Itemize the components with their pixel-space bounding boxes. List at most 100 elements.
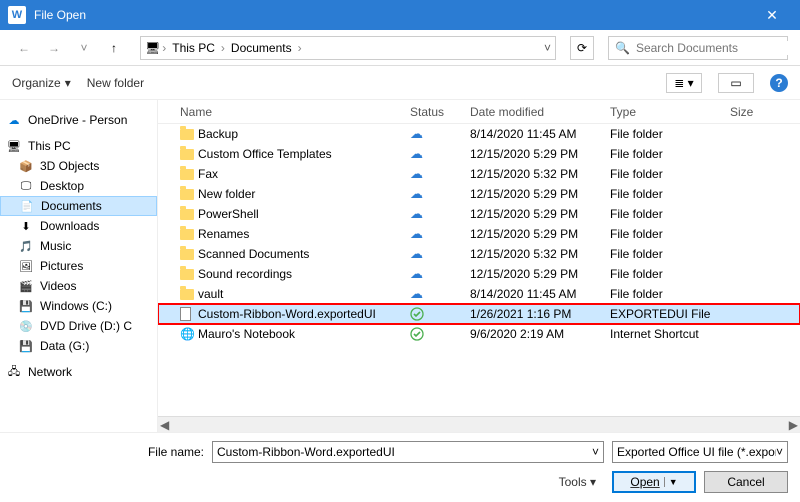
sidebar-item-videos[interactable]: 🎬Videos	[0, 276, 157, 296]
folder-icon: 📦	[18, 158, 34, 174]
cancel-button[interactable]: Cancel	[704, 471, 788, 493]
breadcrumb-folder[interactable]: Documents	[227, 41, 296, 55]
search-box[interactable]: 🔍	[608, 36, 788, 60]
cell-date: 12/15/2020 5:29 PM	[470, 227, 610, 241]
sidebar-item-documents[interactable]: 📄Documents	[0, 196, 157, 216]
cell-type: File folder	[610, 147, 730, 161]
cell-type: File folder	[610, 247, 730, 261]
col-name[interactable]: Name	[180, 105, 410, 119]
search-input[interactable]	[636, 41, 791, 55]
file-row[interactable]: vault☁8/14/2020 11:45 AMFile folder	[158, 284, 800, 304]
col-type[interactable]: Type	[610, 105, 730, 119]
open-split-icon[interactable]: ▼	[664, 477, 678, 487]
file-list: Name Status Date modified Type Size Back…	[158, 100, 800, 432]
file-row[interactable]: Scanned Documents☁12/15/2020 5:32 PMFile…	[158, 244, 800, 264]
cell-type: File folder	[610, 287, 730, 301]
tools-button[interactable]: Tools ▾	[559, 475, 596, 489]
file-row[interactable]: 🌐Mauro's Notebook9/6/2020 2:19 AMInterne…	[158, 324, 800, 344]
toolbar: Organize ▾ New folder ≣ ▾ ▭ ?	[0, 66, 800, 100]
filetype-filter[interactable]: Exported Office UI file (*.export ˅	[612, 441, 788, 463]
sidebar-item-label: Data (G:)	[40, 339, 89, 353]
file-row[interactable]: Fax☁12/15/2020 5:32 PMFile folder	[158, 164, 800, 184]
cloud-status-icon: ☁	[410, 166, 423, 181]
cell-date: 12/15/2020 5:29 PM	[470, 147, 610, 161]
new-folder-button[interactable]: New folder	[87, 76, 144, 90]
view-options-button[interactable]: ≣ ▾	[666, 73, 702, 93]
cloud-status-icon: ☁	[410, 246, 423, 261]
folder-icon	[180, 149, 194, 160]
column-headers[interactable]: Name Status Date modified Type Size	[158, 100, 800, 124]
refresh-button[interactable]: ⟳	[570, 36, 594, 60]
cell-status	[410, 327, 470, 341]
cell-name: Custom-Ribbon-Word.exportedUI	[198, 307, 410, 321]
cloud-status-icon: ☁	[410, 146, 423, 161]
file-row[interactable]: Custom Office Templates☁12/15/2020 5:29 …	[158, 144, 800, 164]
sidebar-item-dvd-drive-d-c[interactable]: 💿DVD Drive (D:) C	[0, 316, 157, 336]
cloud-status-icon: ☁	[410, 266, 423, 281]
chevron-down-icon: ˅	[592, 445, 599, 459]
cell-date: 9/6/2020 2:19 AM	[470, 327, 610, 341]
forward-button[interactable]: →	[42, 36, 66, 60]
open-button[interactable]: Open ▼	[612, 471, 696, 493]
file-row[interactable]: Sound recordings☁12/15/2020 5:29 PMFile …	[158, 264, 800, 284]
sidebar-item-onedrive[interactable]: ☁ OneDrive - Person	[0, 110, 157, 130]
link-icon: 🌐	[180, 327, 195, 341]
sidebar-item-music[interactable]: 🎵Music	[0, 236, 157, 256]
filter-value: Exported Office UI file (*.export	[617, 445, 776, 459]
titlebar: W File Open ✕	[0, 0, 800, 30]
organize-button[interactable]: Organize ▾	[12, 76, 71, 90]
sidebar-item-windows-c-[interactable]: 💾 Windows (C:)	[0, 296, 157, 316]
cell-name: New folder	[198, 187, 410, 201]
cell-status: ☁	[410, 166, 470, 182]
cloud-status-icon: ☁	[410, 186, 423, 201]
file-row[interactable]: PowerShell☁12/15/2020 5:29 PMFile folder	[158, 204, 800, 224]
sidebar-item-downloads[interactable]: ⬇Downloads	[0, 216, 157, 236]
folder-icon: 💾	[18, 298, 34, 314]
sidebar-item-label: This PC	[28, 139, 71, 153]
back-button[interactable]: ←	[12, 36, 36, 60]
address-bar[interactable]: 🖥 › This PC › Documents › ˅	[140, 36, 556, 60]
col-status[interactable]: Status	[410, 105, 470, 119]
sidebar-item-label: Pictures	[40, 259, 83, 273]
filename-field[interactable]: Custom-Ribbon-Word.exportedUI ˅	[212, 441, 604, 463]
horizontal-scrollbar[interactable]: ◀▶	[158, 416, 800, 432]
cell-date: 12/15/2020 5:29 PM	[470, 267, 610, 281]
folder-icon	[180, 269, 194, 280]
file-row[interactable]: Renames☁12/15/2020 5:29 PMFile folder	[158, 224, 800, 244]
sidebar-item-label: Documents	[41, 199, 102, 213]
folder-icon	[180, 209, 194, 220]
cell-status: ☁	[410, 246, 470, 262]
folder-icon: 🖼	[18, 258, 34, 274]
cell-type: EXPORTEDUI File	[610, 307, 730, 321]
sidebar-item-desktop[interactable]: 🖵Desktop	[0, 176, 157, 196]
sidebar-item-network[interactable]: 🖧 Network	[0, 362, 157, 382]
sidebar-item-3d-objects[interactable]: 📦3D Objects	[0, 156, 157, 176]
newfolder-label: New folder	[87, 76, 144, 90]
sidebar-item-label: Windows (C:)	[40, 299, 112, 313]
address-dropdown-icon[interactable]: ˅	[544, 41, 551, 55]
col-size[interactable]: Size	[730, 105, 770, 119]
preview-pane-button[interactable]: ▭	[718, 73, 754, 93]
sidebar-item-pictures[interactable]: 🖼 Pictures	[0, 256, 157, 276]
file-row[interactable]: New folder☁12/15/2020 5:29 PMFile folder	[158, 184, 800, 204]
synced-status-icon	[410, 327, 470, 341]
breadcrumb-root[interactable]: This PC	[168, 41, 219, 55]
file-row[interactable]: Custom-Ribbon-Word.exportedUI 1/26/2021 1…	[158, 304, 800, 324]
cancel-label: Cancel	[727, 475, 764, 489]
cell-date: 12/15/2020 5:29 PM	[470, 187, 610, 201]
cell-type: File folder	[610, 127, 730, 141]
network-icon: 🖧	[6, 364, 22, 380]
cell-name: Backup	[198, 127, 410, 141]
sidebar-item-label: Downloads	[40, 219, 99, 233]
file-row[interactable]: Backup☁8/14/2020 11:45 AMFile folder	[158, 124, 800, 144]
close-button[interactable]: ✕	[752, 7, 792, 24]
cell-date: 1/26/2021 1:16 PM	[470, 307, 610, 321]
help-button[interactable]: ?	[770, 74, 788, 92]
sidebar-item-data-g-[interactable]: 💾Data (G:)	[0, 336, 157, 356]
up-button[interactable]: ↑	[102, 36, 126, 60]
cell-date: 12/15/2020 5:32 PM	[470, 167, 610, 181]
cell-type: File folder	[610, 227, 730, 241]
col-date[interactable]: Date modified	[470, 105, 610, 119]
sidebar-item-thispc[interactable]: 🖥 This PC	[0, 136, 157, 156]
recent-locations-button[interactable]: ˅	[72, 36, 96, 60]
